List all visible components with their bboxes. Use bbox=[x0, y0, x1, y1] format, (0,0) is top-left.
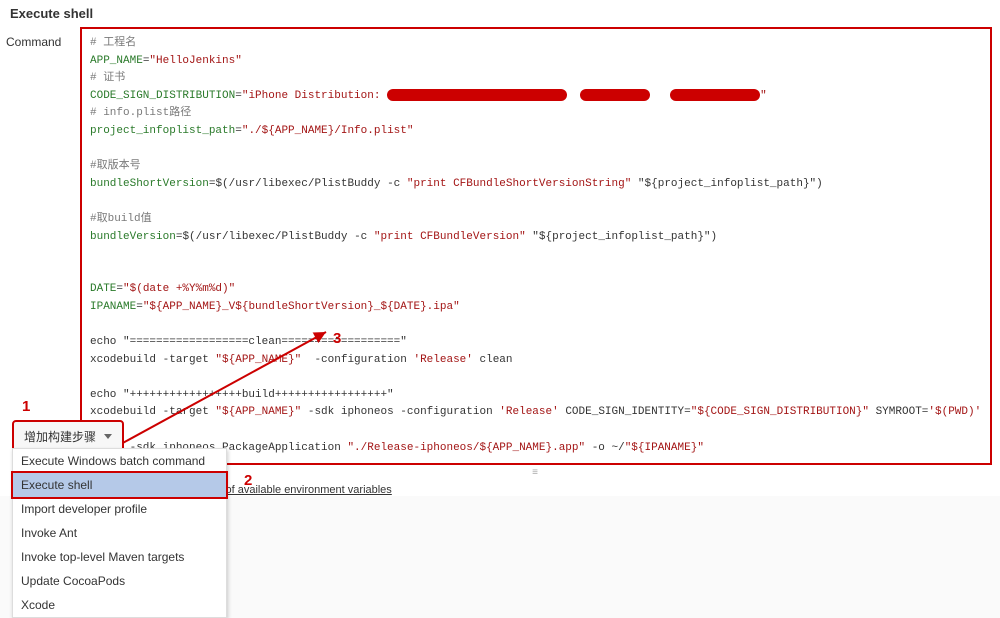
callout-3: 3 bbox=[333, 330, 341, 347]
command-label: Command bbox=[0, 27, 80, 49]
dropdown-item[interactable]: Execute shell bbox=[11, 471, 228, 499]
dropdown-item[interactable]: Execute Windows batch command bbox=[13, 449, 226, 473]
callout-2: 2 bbox=[244, 472, 252, 489]
callout-1: 1 bbox=[22, 398, 30, 415]
dropdown-item[interactable]: Import developer profile bbox=[13, 497, 226, 521]
dropdown-item[interactable]: Xcode bbox=[13, 593, 226, 617]
chevron-down-icon bbox=[104, 434, 112, 439]
section-title: Execute shell bbox=[0, 0, 1000, 27]
resize-grip-icon[interactable]: ≡ bbox=[516, 467, 556, 478]
env-link-line: See the list of available environment va… bbox=[168, 484, 992, 496]
command-textarea[interactable]: # 工程名 APP_NAME="HelloJenkins" # 证书 CODE_… bbox=[80, 27, 992, 465]
dropdown-item[interactable]: Invoke Ant bbox=[13, 521, 226, 545]
add-build-step-label: 增加构建步骤 bbox=[24, 428, 96, 445]
build-step-dropdown[interactable]: Execute Windows batch commandExecute she… bbox=[12, 448, 227, 618]
dropdown-item[interactable]: Update CocoaPods bbox=[13, 569, 226, 593]
dropdown-item[interactable]: Invoke top-level Maven targets bbox=[13, 545, 226, 569]
